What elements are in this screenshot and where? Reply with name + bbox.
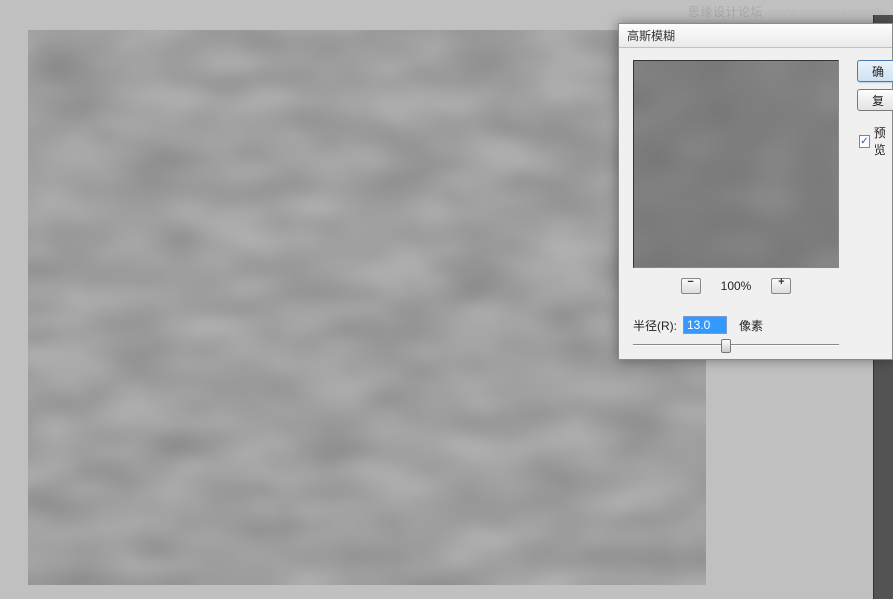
minus-icon: − [687, 276, 693, 288]
dialog-title: 高斯模糊 [627, 27, 675, 44]
watermark-url: WWW.MISSYUAN.COM [769, 8, 883, 18]
ok-button[interactable]: 确 [857, 60, 893, 82]
blur-preview[interactable] [633, 60, 839, 268]
radius-input[interactable] [683, 316, 727, 334]
radius-unit: 像素 [739, 317, 763, 334]
watermark: 思缘设计论坛 WWW.MISSYUAN.COM [688, 3, 883, 20]
dialog-titlebar[interactable]: 高斯模糊 [619, 24, 892, 48]
zoom-controls: − 100% + [633, 278, 839, 294]
dialog-right-controls: 确 复 ✓ 预览 [857, 60, 893, 158]
plus-icon: + [778, 276, 784, 288]
cancel-button[interactable]: 复 [857, 89, 893, 111]
zoom-in-button[interactable]: + [771, 278, 791, 294]
dialog-body: − 100% + 半径(R): 像素 确 复 ✓ 预览 [619, 48, 892, 360]
radius-slider[interactable] [633, 344, 839, 346]
radius-label: 半径(R): [633, 317, 677, 334]
main-canvas[interactable] [28, 30, 706, 585]
preview-checkbox[interactable]: ✓ [859, 135, 870, 148]
zoom-level: 100% [721, 279, 752, 293]
cancel-label: 复 [872, 92, 884, 109]
gaussian-blur-dialog: 高斯模糊 [618, 23, 893, 360]
watermark-title: 思缘设计论坛 [688, 3, 763, 20]
preview-label: 预览 [874, 124, 893, 158]
slider-thumb[interactable] [721, 339, 731, 353]
ok-label: 确 [872, 63, 884, 80]
radius-row: 半径(R): 像素 [633, 316, 882, 334]
zoom-out-button[interactable]: − [681, 278, 701, 294]
preview-checkbox-row[interactable]: ✓ 预览 [857, 124, 893, 158]
